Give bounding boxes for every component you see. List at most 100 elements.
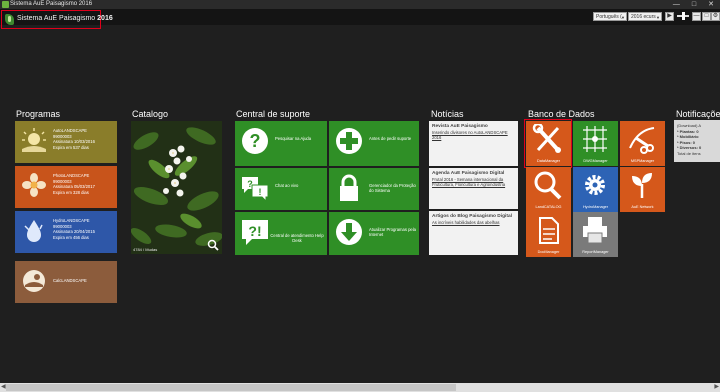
section-programas: Programas	[16, 109, 61, 119]
db-tile-hydromanager[interactable]: HydroManager	[573, 167, 618, 212]
program-subscription: Assinatura 05/03/2017	[53, 184, 95, 190]
language-select[interactable]: Português (▼	[593, 12, 627, 21]
program-tile-photolandscape[interactable]: PhotoLANDSCAPE 99000003 Assinatura 05/03…	[15, 166, 117, 208]
app-icon	[2, 1, 9, 8]
program-tile-autolandscape[interactable]: AutoLANDSCAPE 99000003 Assinatura 10/03/…	[15, 121, 117, 163]
db-tile-dwgmanager[interactable]: DWGManager	[573, 121, 618, 166]
db-tile-mspmanager[interactable]: MSPManager	[620, 121, 665, 166]
zoom-slider[interactable]	[677, 12, 689, 20]
catalog-tile[interactable]: 4784 / Mudas	[131, 121, 222, 254]
gear-icon	[585, 175, 605, 195]
support-tile-help[interactable]: ? Pesquisar na Ajuda	[235, 121, 327, 166]
program-name: HydroLANDSCAPE	[53, 218, 90, 223]
program-expiry: Expira em 537 dias	[53, 144, 89, 150]
window-restore-button[interactable]: □	[702, 12, 711, 21]
program-tile-calclandscape[interactable]: CalcLANDSCAPE	[15, 261, 117, 303]
db-label: HydroManager	[582, 205, 609, 209]
support-label: Antes de pedir suporte	[369, 136, 412, 141]
printer-icon	[583, 217, 607, 244]
window-title: Sistema AuE Paisagismo 2016	[10, 1, 93, 7]
scroll-left-icon[interactable]: ◀	[1, 383, 6, 392]
language-value: Português (	[596, 14, 622, 20]
support-label: Gerenciador da Proteção do Sistema	[369, 183, 416, 194]
news-link[interactable]: As incríveis habilidades das abelhas	[432, 220, 515, 225]
section-suporte: Central de suporte	[236, 109, 311, 119]
slider-knob[interactable]	[682, 12, 685, 20]
horizontal-scrollbar[interactable]: ◀ ▶	[0, 383, 720, 392]
close-button[interactable]: ✕	[708, 0, 714, 9]
db-tile-reportmanager[interactable]: ReportManager	[573, 212, 618, 257]
grid-icon	[583, 126, 607, 152]
news-title: Agenda AuE Paisagismo Digital	[432, 171, 505, 176]
pruning-icon	[629, 127, 655, 154]
support-label: Chat ao vivo	[275, 183, 299, 188]
section-noticias: Notícias	[431, 109, 464, 119]
scroll-right-icon[interactable]: ▶	[714, 383, 719, 392]
program-subscription: Assinatura 10/03/2016	[53, 139, 95, 145]
sun-landscape-icon	[22, 128, 46, 152]
svg-text:?: ?	[250, 131, 261, 151]
db-label: DataManager	[536, 159, 560, 163]
section-notificacoes: Notificações	[676, 109, 720, 119]
news-link[interactable]: Inserindo divisores no AutoLANDSCAPE 201…	[432, 130, 515, 141]
catalog-caption: 4784 / Mudas	[133, 247, 158, 252]
program-subscription: Assinatura 20/04/2015	[53, 229, 95, 235]
chevron-down-icon: ▼	[656, 15, 660, 20]
db-label: AuE Network	[631, 205, 654, 209]
support-tile-chat[interactable]: ? ! Chat ao vivo	[235, 168, 327, 210]
brand-year: 2016	[97, 15, 113, 22]
svg-text:?!: ?!	[248, 223, 261, 239]
news-title: Artigos do Blog Paisagismo Digital	[432, 214, 512, 219]
support-label: Atualizar Programas pela Internet	[369, 227, 417, 238]
plant-photo	[131, 121, 222, 254]
notifications-panel: (Download) A * Plantas: 0 * Mobiliário *…	[674, 120, 720, 162]
settings-button[interactable]: ⚙	[711, 12, 720, 21]
news-item-agenda: Agenda AuE Paisagismo Digital Frutal 201…	[429, 168, 518, 209]
search-icon[interactable]	[207, 239, 219, 251]
db-label: DocManager	[537, 250, 560, 254]
version-select[interactable]: 2016 ecurs ▼	[628, 12, 662, 21]
window-controls: — □ ✕	[673, 0, 714, 9]
db-tile-aue-network[interactable]: AuE Network	[620, 167, 665, 212]
support-tile-helpdesk[interactable]: ?! Central de atendimento Help Desk	[235, 212, 327, 255]
svg-text:!: !	[259, 187, 262, 197]
db-label: LandCATALOG	[535, 205, 562, 209]
db-tile-landcatalog[interactable]: LandCATALOG	[526, 167, 571, 212]
sprout-icon	[632, 173, 652, 198]
minimize-button[interactable]: —	[673, 0, 680, 9]
play-button[interactable]: ▶	[665, 12, 674, 21]
support-label: Central de atendimento Help Desk	[270, 233, 324, 244]
leaf-logo-icon	[5, 14, 14, 25]
db-tile-docmanager[interactable]: DocManager	[526, 212, 571, 257]
support-tile-before[interactable]: Antes de pedir suporte	[329, 121, 419, 166]
app-brand: Sistema AuE Paisagismo 2016	[1, 10, 113, 29]
program-expiry: Expira em 328 dias	[53, 189, 89, 195]
program-name: CalcLANDSCAPE	[53, 278, 87, 283]
news-link[interactable]: Frutal 2016 - Semana internacional da Fr…	[432, 177, 515, 188]
svg-text:?: ?	[247, 179, 253, 189]
landscape-icon	[23, 270, 45, 292]
window-titlebar: Sistema AuE Paisagismo 2016 — □ ✕	[0, 0, 720, 9]
support-tile-update[interactable]: Atualizar Programas pela Internet	[329, 212, 419, 255]
wrench-icon	[532, 124, 561, 153]
program-expiry: Expira em 456 dias	[53, 234, 89, 240]
db-label: ReportManager	[582, 250, 609, 254]
maximize-button[interactable]: □	[692, 0, 696, 9]
document-icon	[539, 217, 559, 244]
brand-name: Sistema AuE Paisagismo	[17, 15, 96, 22]
question-icon: ?	[242, 128, 268, 154]
chat-icon: ? !	[242, 177, 269, 203]
minus-button[interactable]: —	[692, 12, 701, 21]
magnifier-icon	[534, 171, 562, 200]
db-label: MSPManager	[630, 159, 655, 163]
alert-icon: ?!	[242, 220, 268, 245]
scrollbar-thumb[interactable]	[6, 384, 456, 391]
db-label: DWGManager	[583, 159, 608, 163]
support-tile-protection[interactable]: Gerenciador da Proteção do Sistema	[329, 168, 419, 210]
db-tile-datamanager[interactable]: DataManager	[526, 121, 571, 166]
water-drop-icon	[24, 220, 43, 242]
program-tile-hydrolandscape[interactable]: HydroLANDSCAPE 99000003 Assinatura 20/04…	[15, 211, 117, 253]
chevron-down-icon: ▼	[621, 15, 625, 20]
version-value: 2016 ecurs	[631, 14, 656, 20]
news-item-blog: Artigos do Blog Paisagismo Digital As in…	[429, 211, 518, 255]
